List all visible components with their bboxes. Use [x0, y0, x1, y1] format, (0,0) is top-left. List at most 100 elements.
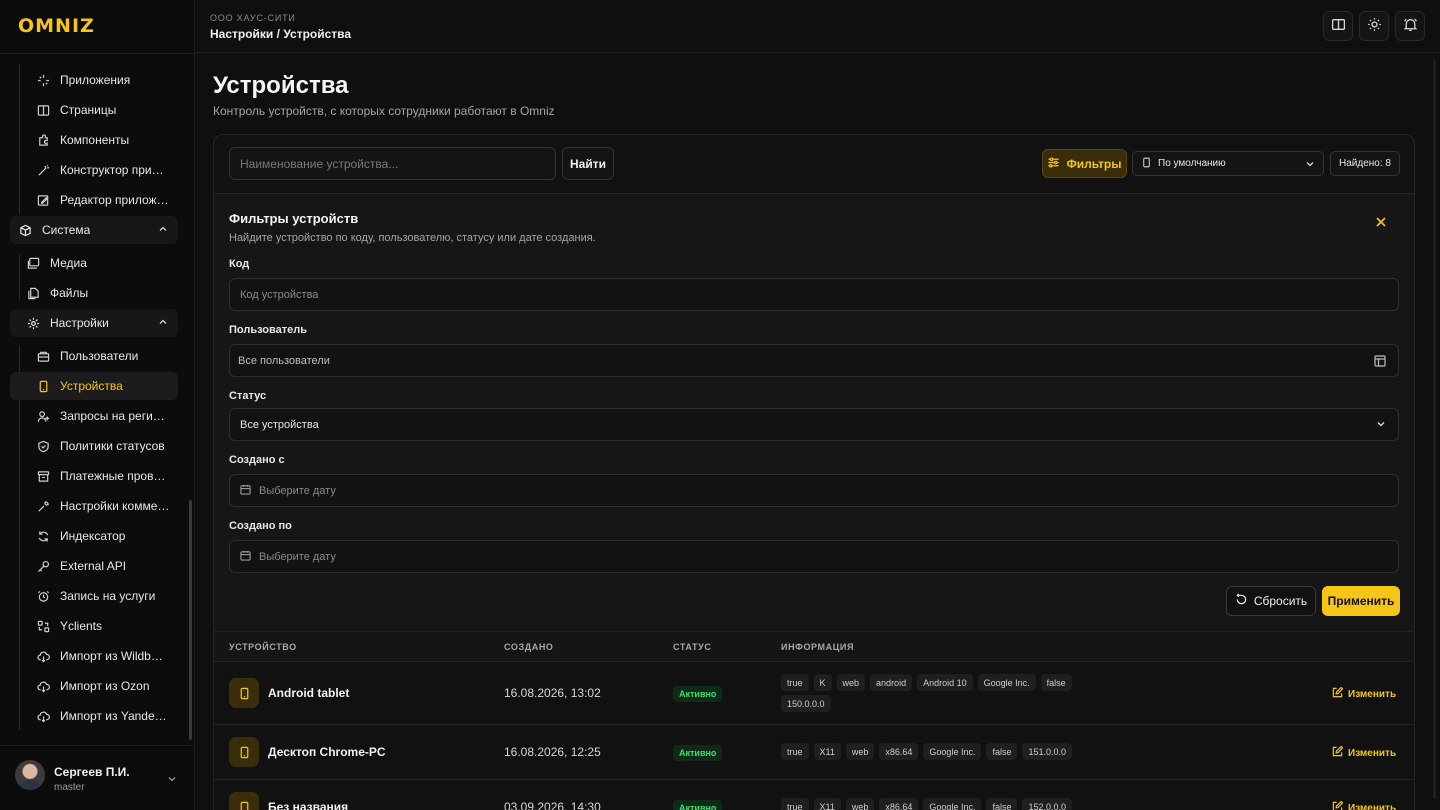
- device-created: 03.09.2026, 14:30: [504, 800, 601, 810]
- gear-icon: [26, 316, 40, 330]
- archive-icon: [36, 469, 50, 483]
- column-device: УСТРОЙСТВО: [229, 642, 297, 652]
- table-icon: [1374, 355, 1386, 370]
- info-tag: false: [986, 798, 1018, 810]
- cloud-import-icon: [36, 649, 50, 663]
- user-role: master: [54, 782, 85, 793]
- sidebar-item-import-yandex[interactable]: Импорт из Yandex Market: [28, 702, 178, 730]
- edit-device-button[interactable]: Изменить: [1332, 745, 1397, 760]
- sidebar-item-payment-providers[interactable]: Платежные провайдеры: [28, 462, 178, 490]
- edit-label: Изменить: [1348, 747, 1397, 759]
- info-tag: web: [836, 674, 866, 691]
- sliders-icon: [1047, 156, 1060, 172]
- sidebar-group-system[interactable]: Система: [10, 216, 178, 244]
- table-row[interactable]: Android tablet 16.08.2026, 13:02 Активно…: [214, 661, 1414, 724]
- edit-icon: [36, 193, 50, 207]
- edit-label: Изменить: [1348, 802, 1397, 810]
- calendar-icon: [240, 550, 251, 564]
- search-button[interactable]: Найти: [562, 147, 614, 180]
- sidebar-item-import-wildberries[interactable]: Импорт из Wildberries: [28, 642, 178, 670]
- phone-icon: [229, 678, 259, 708]
- filters-subtitle: Найдите устройство по коду, пользователю…: [229, 232, 596, 244]
- sidebar-item-devices[interactable]: Устройства: [10, 372, 178, 400]
- tools-icon: [36, 499, 50, 513]
- sidebar-item-files[interactable]: Файлы: [18, 279, 168, 307]
- page-title: Устройства: [213, 72, 349, 99]
- info-tag: false: [1040, 674, 1072, 691]
- sidebar-item-external-api[interactable]: External API: [28, 552, 178, 580]
- sidebar-group-settings[interactable]: Настройки: [10, 309, 178, 337]
- sparkles-icon: [36, 73, 50, 87]
- info-tag: 151.0.0.0: [1022, 743, 1073, 760]
- created-to-datepicker[interactable]: Выберите дату: [229, 540, 1399, 573]
- sidebar-item-import-ozon[interactable]: Импорт из Ozon: [28, 672, 178, 700]
- code-field[interactable]: Код устройства: [229, 278, 1399, 311]
- device-name: Без названия: [268, 800, 349, 810]
- info-tag: x86.64: [879, 798, 919, 810]
- device-search-input[interactable]: [229, 147, 556, 180]
- omniz-logo[interactable]: OMNIZ: [18, 17, 95, 36]
- status-select[interactable]: Все устройства: [229, 408, 1399, 441]
- created-to-placeholder: Выберите дату: [259, 550, 336, 563]
- sidebar-item-apps[interactable]: Приложения: [28, 66, 178, 94]
- sidebar-item-media[interactable]: Медиа: [18, 249, 168, 277]
- status-badge: Активно: [673, 686, 723, 702]
- main-scrollbar[interactable]: [1433, 59, 1436, 799]
- user-picker[interactable]: Все пользователи: [229, 344, 1399, 377]
- filters-button[interactable]: Фильтры: [1042, 149, 1127, 178]
- sidebar-item-status-policies[interactable]: Политики статусов: [28, 432, 178, 460]
- chevron-down-icon: [1305, 159, 1315, 172]
- book-icon: [36, 103, 50, 117]
- status-badge: Активно: [673, 745, 723, 761]
- device-info-tags: true K web android Android 10 Google Inc…: [781, 674, 1081, 712]
- sort-select[interactable]: По умолчанию: [1132, 151, 1324, 176]
- device-info-tags: true X11 web x86.64 Google Inc. false 15…: [781, 798, 1161, 810]
- sidebar-item-app-editor[interactable]: Редактор приложений: [28, 186, 178, 214]
- edit-label: Изменить: [1348, 688, 1397, 700]
- docs-button[interactable]: [1323, 11, 1353, 41]
- device-created: 16.08.2026, 12:25: [504, 745, 601, 759]
- wand-icon: [36, 163, 50, 177]
- chevron-down-icon: [167, 772, 177, 787]
- sidebar-item-service-booking[interactable]: Запись на услуги: [28, 582, 178, 610]
- sidebar-item-components[interactable]: Компоненты: [28, 126, 178, 154]
- phone-icon: [36, 379, 50, 393]
- book-icon: [1331, 17, 1346, 35]
- sidebar-item-indexer[interactable]: Индексатор: [28, 522, 178, 550]
- edit-icon: [1332, 686, 1344, 701]
- sidebar-scrollbar[interactable]: [189, 500, 192, 740]
- alarm-icon: [36, 589, 50, 603]
- sidebar-item-registration-requests[interactable]: Запросы на регистрацию: [28, 402, 178, 430]
- top-bar: ООО ХАУС-СИТИ Настройки / Устройства: [195, 0, 1440, 53]
- phone-icon: [229, 737, 259, 767]
- refresh-icon: [36, 529, 50, 543]
- code-label: Код: [229, 258, 250, 270]
- theme-toggle-button[interactable]: [1359, 11, 1389, 41]
- sidebar-item-pages[interactable]: Страницы: [28, 96, 178, 124]
- table-row[interactable]: Десктоп Chrome-PC 16.08.2026, 12:25 Акти…: [214, 724, 1414, 779]
- sidebar-item-app-builder[interactable]: Конструктор приложений: [28, 156, 178, 184]
- sidebar-item-users[interactable]: Пользователи: [28, 342, 178, 370]
- close-icon[interactable]: [1375, 216, 1387, 231]
- filters-title: Фильтры устройств: [229, 211, 359, 226]
- user-menu[interactable]: Сергеев П.И. master: [0, 745, 195, 810]
- edit-device-button[interactable]: Изменить: [1332, 800, 1397, 810]
- sidebar-item-yclients[interactable]: Yclients: [28, 612, 178, 640]
- device-info-tags: true X11 web x86.64 Google Inc. false 15…: [781, 743, 1161, 760]
- notifications-button[interactable]: [1395, 11, 1425, 41]
- chevron-up-icon: [158, 223, 168, 237]
- page-subtitle: Контроль устройств, с которых сотрудники…: [213, 104, 555, 118]
- reset-filters-button[interactable]: Сбросить: [1226, 586, 1316, 616]
- info-tag: Google Inc.: [977, 674, 1036, 691]
- edit-device-button[interactable]: Изменить: [1332, 686, 1397, 701]
- user-picker-value: Все пользователи: [238, 354, 330, 367]
- reset-button-label: Сбросить: [1253, 594, 1308, 608]
- shield-icon: [36, 439, 50, 453]
- sidebar-item-commerce-settings[interactable]: Настройки коммерции: [28, 492, 178, 520]
- apply-filters-button[interactable]: Применить: [1322, 586, 1400, 616]
- chevron-down-icon: [1376, 419, 1386, 432]
- created-from-datepicker[interactable]: Выберите дату: [229, 474, 1399, 507]
- images-icon: [26, 256, 40, 270]
- table-row[interactable]: Без названия 03.09.2026, 14:30 Активно t…: [214, 779, 1414, 810]
- info-tag: 150.0.0.0: [781, 695, 831, 712]
